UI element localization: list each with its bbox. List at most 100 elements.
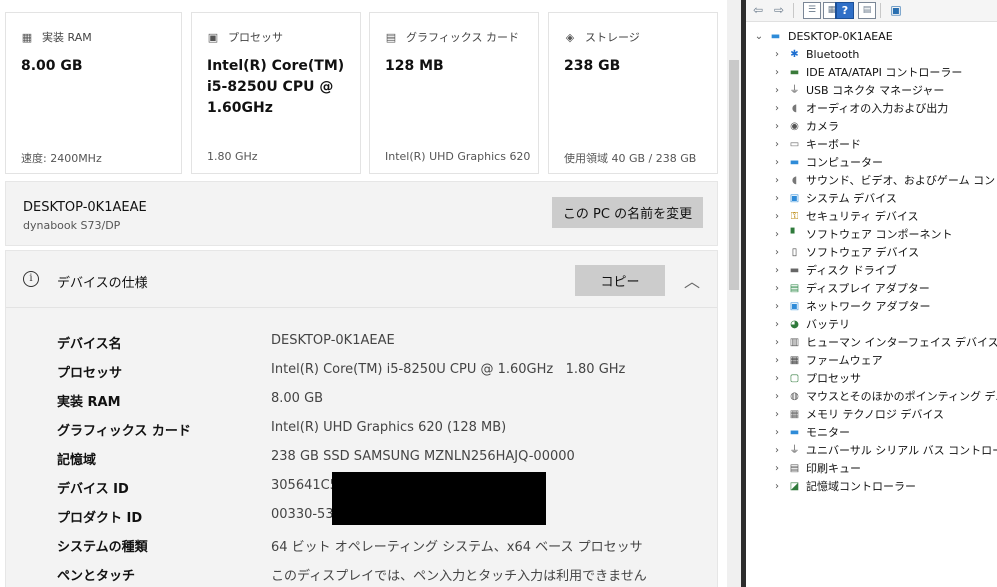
spec-value: 238 GB SSD SAMSUNG MZNLN256HAJQ-00000 [271, 449, 575, 464]
monitor-icon: ▬ [789, 427, 800, 438]
firmware-icon: ▦ [789, 355, 800, 366]
spec-row: システムの種類 64 ビット オペレーティング システム、x64 ベース プロセッ… [6, 536, 717, 556]
processor-icon: ▣ [207, 30, 219, 44]
device-spec-header[interactable]: i デバイスの仕様 コピー ︿ [6, 251, 717, 308]
spec-row: デバイス名 DESKTOP-0K1AEAE [6, 333, 717, 353]
device-category-label: 印刷キュー [806, 462, 861, 475]
chevron-right-icon[interactable]: › [772, 262, 782, 280]
bluetooth-icon: ✱ [790, 49, 799, 60]
chevron-right-icon[interactable]: › [772, 172, 782, 190]
computer-icon: ▬ [770, 31, 781, 42]
storage-card-label: ストレージ [585, 31, 640, 44]
spec-key: プロダクト ID [57, 511, 143, 526]
processor-card-footer: 1.80 GHz [207, 150, 258, 163]
spec-row: プロセッサ Intel(R) Core(TM) i5-8250U CPU @ 1.… [6, 362, 717, 382]
device-category-label: ヒューマン インターフェイス デバイス [806, 336, 997, 349]
chevron-right-icon[interactable]: › [772, 280, 782, 298]
processor-card-value: Intel(R) Core(TM) i5-8250U CPU @ 1.60GHz [207, 58, 345, 116]
chevron-right-icon[interactable]: › [772, 334, 782, 352]
device-manager-pane: ⇦ ⇨ ☰ ▦ ? ▤ ▣ ⌄ ▬ DESKTOP-0K1AEAE › ✱ Blue… [746, 0, 997, 587]
pc-name: DESKTOP-0K1AEAE [23, 200, 147, 215]
security-key-icon: ⚿ [790, 211, 799, 222]
ide-controller-icon: ▬ [789, 67, 800, 78]
spec-key: デバイス名 [57, 337, 122, 352]
info-icon: i [23, 271, 39, 287]
chevron-right-icon[interactable]: › [772, 298, 782, 316]
rename-pc-button[interactable]: この PC の名前を変更 [552, 197, 703, 228]
properties-icon[interactable]: ☰ [803, 2, 821, 19]
help-icon[interactable]: ? [836, 2, 854, 19]
usb-controller-icon: ⏚ [789, 445, 800, 456]
spec-key: グラフィックス カード [57, 424, 191, 439]
storage-card: ◈ ストレージ 238 GB 使用領域 40 GB / 238 GB [548, 12, 718, 174]
hid-icon: ▥ [789, 337, 800, 348]
device-category-label: USB コネクタ マネージャー [806, 84, 945, 97]
back-arrow-icon[interactable]: ⇦ [749, 2, 767, 19]
chevron-right-icon[interactable]: › [772, 352, 782, 370]
ram-card-label: 実装 RAM [42, 31, 92, 44]
chevron-right-icon[interactable]: › [772, 388, 782, 406]
device-spec-title: デバイスの仕様 [57, 276, 148, 291]
device-category-label: ソフトウェア デバイス [806, 246, 920, 259]
mouse-icon: ◍ [790, 391, 799, 402]
processor-card-label: プロセッサ [228, 31, 283, 44]
battery-icon: ◕ [790, 319, 799, 330]
chevron-right-icon[interactable]: › [772, 82, 782, 100]
pc-name-section: DESKTOP-0K1AEAE dynabook S73/DP この PC の名… [5, 181, 718, 246]
device-category-label: 記憶域コントローラー [806, 480, 916, 493]
chevron-right-icon[interactable]: › [772, 442, 782, 460]
usb-icon: ⏚ [789, 85, 800, 96]
device-category-label: バッテリ [806, 318, 850, 331]
action-panel-icon[interactable]: ▤ [858, 2, 876, 19]
device-category-label: ディスプレイ アダプター [806, 282, 930, 295]
camera-icon: ◉ [790, 121, 799, 132]
graphics-card-value: 128 MB [385, 58, 444, 74]
device-category-label: プロセッサ [806, 372, 861, 385]
chevron-right-icon[interactable]: › [772, 244, 782, 262]
spec-value: 305641C5 [271, 478, 338, 493]
chevron-right-icon[interactable]: › [772, 208, 782, 226]
copy-button[interactable]: コピー [575, 265, 665, 296]
spec-value: 8.00 GB [271, 391, 324, 406]
chevron-right-icon[interactable]: › [772, 406, 782, 424]
chevron-right-icon[interactable]: › [772, 478, 782, 496]
chevron-right-icon[interactable]: › [772, 190, 782, 208]
forward-arrow-icon[interactable]: ⇨ [770, 2, 788, 19]
software-component-icon: ▘ [790, 229, 799, 240]
chevron-up-icon[interactable]: ︿ [682, 268, 702, 292]
ram-card-footer: 速度: 2400MHz [21, 152, 102, 165]
processor-icon: ▢ [789, 373, 800, 384]
chevron-right-icon[interactable]: › [772, 118, 782, 136]
chevron-right-icon[interactable]: › [772, 46, 782, 64]
tree-root-label: DESKTOP-0K1AEAE [788, 30, 893, 43]
device-category-label: ネットワーク アダプター [806, 300, 931, 313]
device-spec-section: i デバイスの仕様 コピー ︿ デバイス名 DESKTOP-0K1AEAE プロセ… [5, 250, 718, 587]
chevron-right-icon[interactable]: › [772, 226, 782, 244]
scrollbar-thumb[interactable] [729, 60, 739, 290]
chevron-right-icon[interactable]: › [772, 154, 782, 172]
spec-key: 記憶域 [57, 453, 97, 468]
chevron-right-icon[interactable]: › [772, 100, 782, 118]
processor-card: ▣ プロセッサ Intel(R) Core(TM) i5-8250U CPU @ … [191, 12, 361, 174]
chevron-right-icon[interactable]: › [772, 64, 782, 82]
printer-icon: ▤ [789, 463, 800, 474]
chevron-right-icon[interactable]: › [772, 136, 782, 154]
ram-card: ▦ 実装 RAM 8.00 GB 速度: 2400MHz [5, 12, 182, 174]
device-category-label: マウスとそのほかのポインティング デバイス [806, 390, 997, 403]
monitor-scan-icon[interactable]: ▣ [887, 2, 905, 19]
software-device-icon: ▯ [791, 247, 798, 258]
chevron-right-icon[interactable]: › [772, 316, 782, 334]
vertical-scrollbar[interactable] [727, 0, 741, 587]
spec-value: 64 ビット オペレーティング システム、x64 ベース プロセッサ [271, 540, 643, 555]
spec-key: 実装 RAM [57, 395, 121, 410]
chevron-down-icon[interactable]: ⌄ [754, 28, 764, 46]
storage-card-footer: 使用領域 40 GB / 238 GB [564, 152, 697, 165]
chevron-right-icon[interactable]: › [772, 370, 782, 388]
chevron-right-icon[interactable]: › [772, 460, 782, 478]
settings-about-pane: ▦ 実装 RAM 8.00 GB 速度: 2400MHz ▣ プロセッサ Intel… [0, 0, 727, 587]
ram-card-value: 8.00 GB [21, 58, 83, 74]
spec-row: グラフィックス カード Intel(R) UHD Graphics 620 (12… [6, 420, 717, 440]
device-category-label: ソフトウェア コンポーネント [806, 228, 953, 241]
device-category-label: ファームウェア [806, 354, 883, 367]
chevron-right-icon[interactable]: › [772, 424, 782, 442]
